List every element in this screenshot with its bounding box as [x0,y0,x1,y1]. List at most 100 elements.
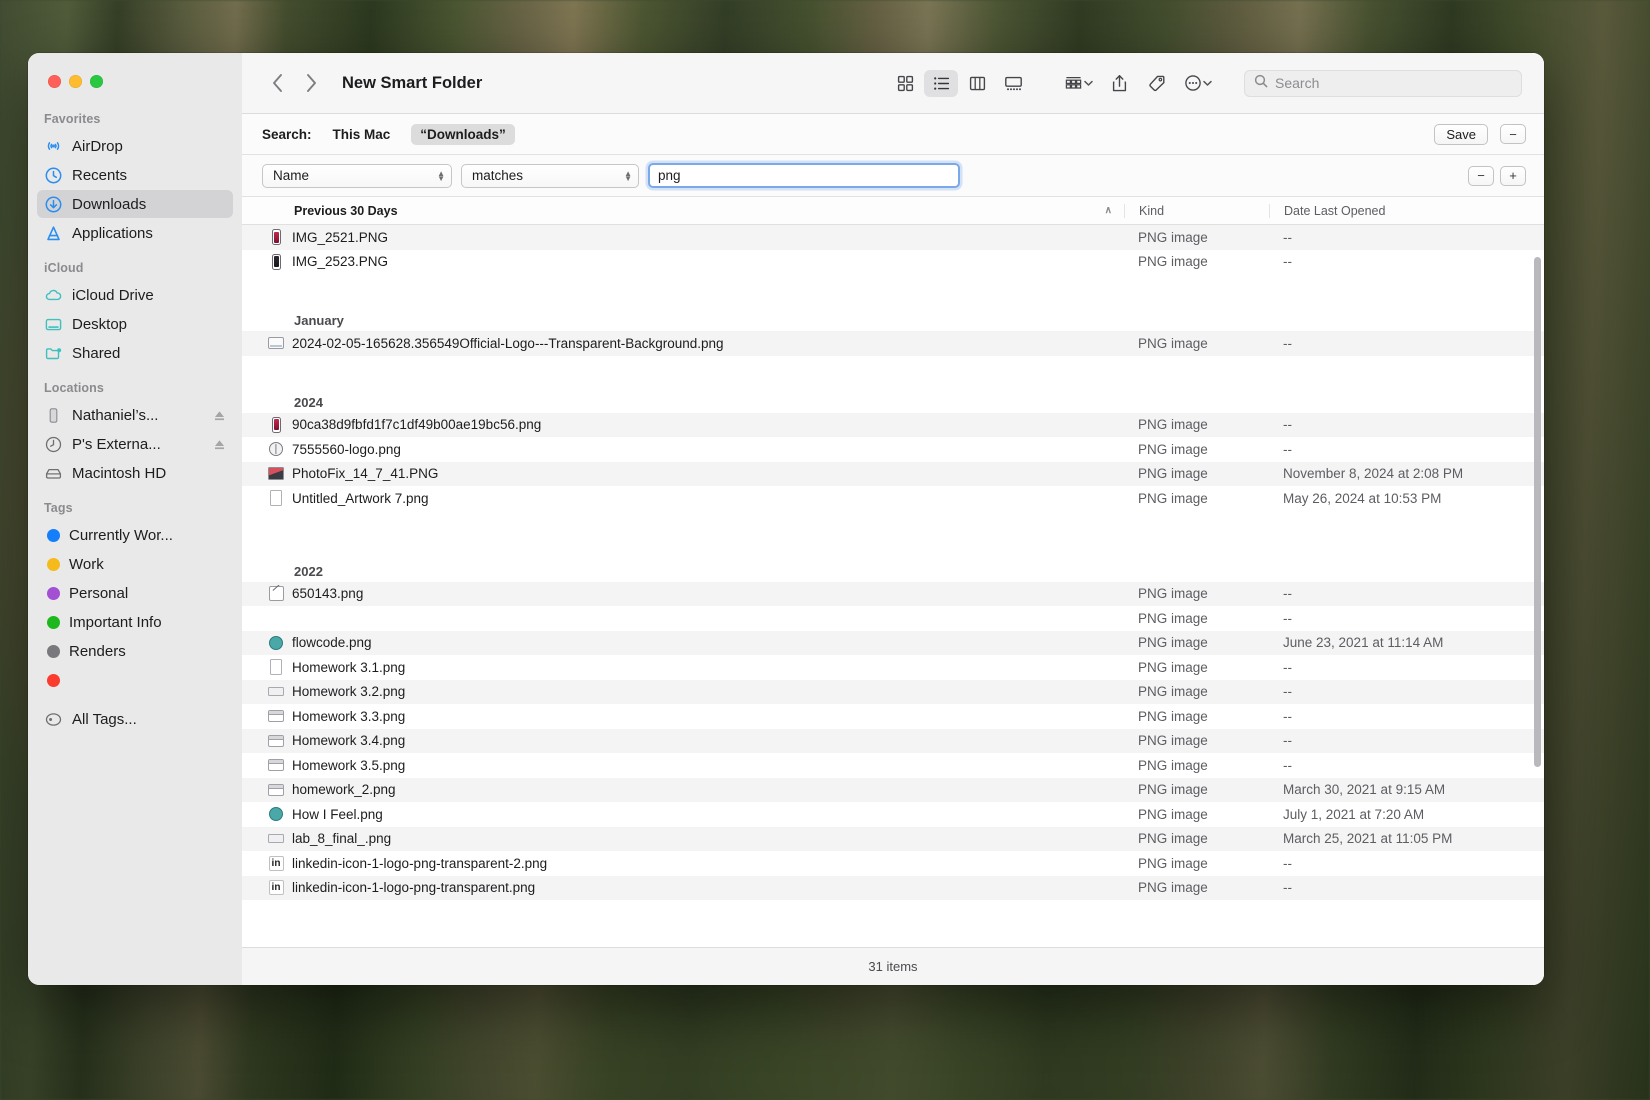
sidebar-item-icloud-drive[interactable]: iCloud Drive [37,281,233,309]
close-button[interactable] [48,75,61,88]
table-row[interactable]: 650143.png PNG image -- [242,582,1544,607]
table-row[interactable]: 7555560-logo.png PNG image -- [242,437,1544,462]
add-criteria-button[interactable]: + [1500,166,1526,186]
file-kind: PNG image [1124,611,1269,626]
table-row[interactable]: How I Feel.png PNG image July 1, 2021 at… [242,802,1544,827]
forward-button[interactable] [296,68,326,98]
sidebar-item-airdrop[interactable]: AirDrop [37,132,233,160]
icon-view-button[interactable] [888,70,922,97]
sidebar-item-label: Nathaniel’s... [72,407,158,424]
table-row[interactable]: 2024-02-05-165628.356549Official-Logo---… [242,331,1544,356]
desktop-icon [44,315,63,334]
sidebar-tag-personal[interactable]: Personal [37,579,233,607]
more-actions-button[interactable] [1178,70,1218,97]
remove-criteria-button[interactable]: − [1468,166,1494,186]
sidebar-tag-work[interactable]: Work [37,550,233,578]
file-name-cell: 7555560-logo.png [242,441,1124,458]
criteria-attribute-select[interactable]: Name ▲▼ [262,164,452,188]
eject-icon[interactable] [213,438,226,451]
toolbar: New Smart Folder [242,53,1544,114]
file-kind: PNG image [1124,491,1269,506]
file-kind: PNG image [1124,254,1269,269]
table-row[interactable]: in linkedin-icon-1-logo-png-transparent.… [242,876,1544,901]
traffic-lights [48,75,103,88]
file-name-cell [242,610,1124,627]
file-date: -- [1269,254,1544,269]
remove-saved-search-button[interactable]: − [1500,124,1526,144]
tag-color-dot [47,645,60,658]
file-name: 2024-02-05-165628.356549Official-Logo---… [292,336,724,351]
view-switcher [888,70,1030,97]
table-row[interactable]: Homework 3.1.png PNG image -- [242,655,1544,680]
scope-option-downloads[interactable]: “Downloads” [411,124,515,145]
table-row[interactable]: in linkedin-icon-1-logo-png-transparent-… [242,851,1544,876]
group-by-button[interactable] [1058,70,1098,97]
time-machine-icon [44,435,63,454]
vertical-scrollbar[interactable] [1534,257,1541,767]
sidebar-item-nathaniels-iphone[interactable]: Nathaniel’s... [37,401,233,429]
share-button[interactable] [1102,70,1136,97]
column-header-name-label: Previous 30 Days [294,204,398,218]
file-list: IMG_2521.PNG PNG image -- IMG_2523.PNG P… [242,225,1544,900]
table-row[interactable]: IMG_2521.PNG PNG image -- [242,225,1544,250]
sidebar-tag-red[interactable] [37,666,233,694]
wide-image-icon [268,830,284,847]
sidebar-tag-important-info[interactable]: Important Info [37,608,233,636]
sidebar-all-tags[interactable]: All Tags... [37,705,233,733]
table-row[interactable]: Homework 3.3.png PNG image -- [242,704,1544,729]
column-view-button[interactable] [960,70,994,97]
sidebar-tag-label: Renders [69,643,126,660]
table-row[interactable]: 90ca38d9fbfd1f7c1df49b00ae19bc56.png PNG… [242,413,1544,438]
sidebar-item-shared[interactable]: Shared [37,339,233,367]
column-header-date-last-opened[interactable]: Date Last Opened [1269,204,1544,218]
table-row[interactable]: lab_8_final_.png PNG image March 25, 202… [242,827,1544,852]
table-row[interactable]: Homework 3.2.png PNG image -- [242,680,1544,705]
eject-icon[interactable] [213,409,226,422]
file-date: -- [1269,856,1544,871]
criteria-value-input[interactable]: png [648,163,960,188]
table-row[interactable]: Untitled_Artwork 7.png PNG image May 26,… [242,486,1544,511]
sidebar-item-label: Applications [72,225,153,242]
table-row[interactable]: Homework 3.4.png PNG image -- [242,729,1544,754]
table-row[interactable]: homework_2.png PNG image March 30, 2021 … [242,778,1544,803]
save-button[interactable]: Save [1434,124,1488,145]
column-header-kind[interactable]: Kind [1124,204,1269,218]
table-row[interactable]: flowcode.png PNG image June 23, 2021 at … [242,631,1544,656]
column-header-name[interactable]: Previous 30 Days ∧ [242,204,1124,218]
sidebar-item-applications[interactable]: Applications [37,219,233,247]
criteria-operator-value: matches [472,168,614,183]
sidebar-item-recents[interactable]: Recents [37,161,233,189]
criteria-operator-select[interactable]: matches ▲▼ [461,164,639,188]
linkedin-icon: in [268,879,284,896]
scope-option-this-mac[interactable]: This Mac [324,124,400,145]
maximize-button[interactable] [90,75,103,88]
file-name-cell: Homework 3.1.png [242,659,1124,676]
back-button[interactable] [262,68,292,98]
file-kind: PNG image [1124,684,1269,699]
sidebar-item-downloads[interactable]: Downloads [37,190,233,218]
sidebar-tag-currently-working[interactable]: Currently Wor... [37,521,233,549]
sidebar-item-macintosh-hd[interactable]: Macintosh HD [37,459,233,487]
sidebar-tag-renders[interactable]: Renders [37,637,233,665]
gallery-view-button[interactable] [996,70,1030,97]
sidebar-item-desktop[interactable]: Desktop [37,310,233,338]
table-row[interactable]: PNG image -- [242,606,1544,631]
sidebar-item-ps-external[interactable]: P's Externa... [37,430,233,458]
tags-button[interactable] [1140,70,1174,97]
table-row[interactable]: Homework 3.5.png PNG image -- [242,753,1544,778]
table-row[interactable]: IMG_2523.PNG PNG image -- [242,250,1544,275]
file-name-cell: 2024-02-05-165628.356549Official-Logo---… [242,335,1124,352]
main-pane: New Smart Folder [242,53,1544,985]
iphone-screenshot-icon [268,416,284,433]
search-input[interactable]: Search [1244,70,1522,97]
list-view-button[interactable] [924,70,958,97]
table-row[interactable]: PhotoFix_14_7_41.PNG PNG image November … [242,462,1544,487]
tag-color-dot [47,587,60,600]
sidebar-section-tags: Tags [28,488,242,520]
minimize-button[interactable] [69,75,82,88]
sidebar-item-label: Desktop [72,316,127,333]
window-icon [268,781,284,798]
file-kind: PNG image [1124,230,1269,245]
sort-ascending-icon: ∧ [1105,205,1112,216]
photo-icon [268,465,284,482]
